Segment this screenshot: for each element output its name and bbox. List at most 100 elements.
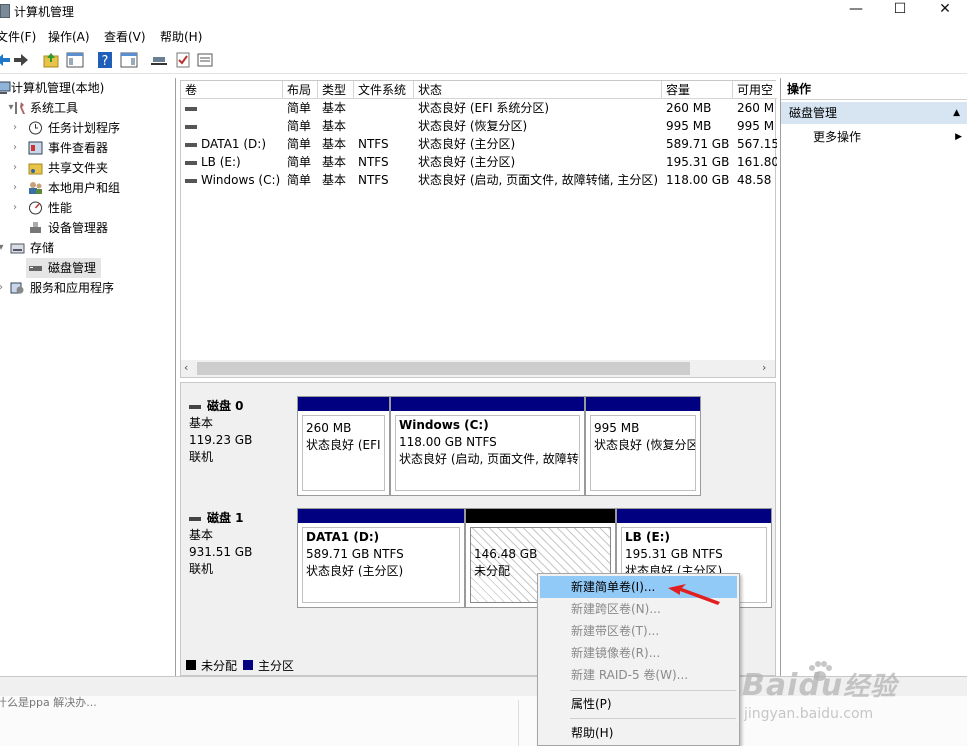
legend-primary-swatch <box>243 660 253 670</box>
menu-help[interactable]: 帮助(H) <box>160 28 202 45</box>
scroll-left-arrow-icon[interactable]: ‹ <box>184 361 188 374</box>
menu-separator <box>570 718 736 719</box>
cell-free: 995 M <box>737 119 775 133</box>
background-text: 什么是ppa 解决办... <box>0 696 97 709</box>
actions-section-disk-management[interactable]: 磁盘管理 ▲ <box>781 102 967 124</box>
cell-layout: 简单 <box>287 173 312 187</box>
cell-status: 状态良好 (恢复分区) <box>418 119 528 133</box>
event-viewer-icon <box>28 141 43 155</box>
column-header-layout[interactable]: 布局 <box>283 81 318 99</box>
check-icon[interactable] <box>174 51 192 69</box>
volume-icon <box>185 160 197 165</box>
cell-status: 状态良好 (主分区) <box>418 155 516 169</box>
cell-free: 161.80 <box>737 155 777 169</box>
cell-capacity: 589.71 GB <box>666 137 730 151</box>
cell-free: 260 M <box>737 101 775 115</box>
volume-icon <box>185 124 197 129</box>
show-hide-action-pane-icon[interactable] <box>120 51 138 69</box>
expand-arrow-icon[interactable]: › <box>8 178 22 198</box>
cell-type: 基本 <box>322 155 347 169</box>
partition-bar <box>466 509 615 523</box>
cell-free: 567.15 <box>737 137 777 151</box>
disk-icon <box>189 404 201 409</box>
column-header-status[interactable]: 状态 <box>414 81 662 99</box>
menu-new-mirrored-volume[interactable]: 新建镜像卷(R)... <box>540 642 737 664</box>
column-header-volume[interactable]: 卷 <box>181 81 283 99</box>
legend-unallocated-swatch <box>186 660 196 670</box>
cell-layout: 简单 <box>287 101 312 115</box>
more-actions-item[interactable]: 更多操作 ▶ <box>781 126 967 148</box>
table-row[interactable]: Windows (C:) <box>181 171 283 189</box>
table-row[interactable] <box>181 117 283 135</box>
tools-icon <box>15 102 25 114</box>
cell-filesystem: NTFS <box>358 173 389 187</box>
connect-icon[interactable] <box>150 51 168 69</box>
cell-status: 状态良好 (主分区) <box>418 137 516 151</box>
menu-properties[interactable]: 属性(P) <box>540 693 737 715</box>
disk-1-label[interactable]: 磁盘 1 基本 931.51 GB 联机 <box>183 506 294 610</box>
up-folder-icon[interactable] <box>42 51 60 69</box>
toolbar <box>0 46 967 74</box>
expand-arrow-icon[interactable]: › <box>8 138 22 158</box>
minimize-button[interactable]: — <box>833 0 879 20</box>
menu-new-raid5-volume[interactable]: 新建 RAID-5 卷(W)... <box>540 664 737 686</box>
cell-status: 状态良好 (启动, 页面文件, 故障转储, 主分区) <box>418 173 659 187</box>
expand-arrow-icon[interactable]: › <box>8 118 22 138</box>
cell-type: 基本 <box>322 137 347 151</box>
help-icon[interactable]: ? <box>96 51 114 69</box>
table-row[interactable]: DATA1 (D:) <box>181 135 283 153</box>
annotation-arrow-icon <box>668 584 720 605</box>
tree-item-disk-management[interactable]: 磁盘管理 <box>26 258 101 278</box>
cell-layout: 简单 <box>287 137 312 151</box>
column-header-type[interactable]: 类型 <box>318 81 354 99</box>
back-arrow-icon[interactable] <box>0 51 12 69</box>
partition-bar <box>617 509 771 523</box>
submenu-arrow-icon: ▶ <box>955 132 962 142</box>
cell-status: 状态良好 (EFI 系统分区) <box>418 101 550 115</box>
svg-text:?: ? <box>102 54 109 69</box>
column-header-free[interactable]: 可用空 <box>733 81 777 99</box>
storage-icon <box>10 243 25 254</box>
maximize-button[interactable]: ☐ <box>877 0 923 20</box>
partition-bar <box>298 397 389 411</box>
forward-arrow-icon[interactable] <box>12 51 30 69</box>
title-bar <box>0 0 967 22</box>
baidu-watermark: Baidu经验 jingyan.baidu.com <box>742 661 962 736</box>
scrollbar-thumb[interactable] <box>197 362 690 375</box>
expand-arrow-icon[interactable]: › <box>0 278 8 298</box>
table-row[interactable] <box>181 99 283 117</box>
cell-type: 基本 <box>322 101 347 115</box>
partition-data1-d[interactable]: DATA1 (D:) 589.71 GB NTFS 状态良好 (主分区) <box>297 508 465 608</box>
computer-icon <box>0 81 11 94</box>
volume-icon <box>185 106 197 111</box>
expand-arrow-icon[interactable]: › <box>8 158 22 178</box>
menu-new-striped-volume[interactable]: 新建带区卷(T)... <box>540 620 737 642</box>
column-header-filesystem[interactable]: 文件系统 <box>354 81 414 99</box>
menu-action[interactable]: 操作(A) <box>48 28 90 45</box>
collapse-triangle-icon[interactable]: ▲ <box>953 102 960 124</box>
properties-icon[interactable] <box>196 51 214 69</box>
close-button[interactable]: ✕ <box>922 0 967 20</box>
menu-view[interactable]: 查看(V) <box>104 28 146 45</box>
cell-layout: 简单 <box>287 119 312 133</box>
expand-arrow-icon[interactable]: › <box>8 198 22 218</box>
services-icon <box>10 282 24 294</box>
menu-help-item[interactable]: 帮助(H) <box>540 722 737 744</box>
scroll-right-arrow-icon[interactable]: › <box>762 361 766 374</box>
partition-windows-c[interactable]: Windows (C:) 118.00 GB NTFS 状态良好 (启动, 页面文件… <box>390 396 585 496</box>
cell-filesystem <box>354 117 358 135</box>
performance-icon <box>29 201 42 215</box>
console-tree-icon[interactable] <box>66 51 84 69</box>
collapse-arrow-icon[interactable]: ▾ <box>0 238 8 258</box>
column-header-capacity[interactable]: 容量 <box>662 81 733 99</box>
partition-recovery[interactable]: 995 MB 状态良好 (恢复分区 <box>585 396 701 496</box>
disk-0-label[interactable]: 磁盘 0 基本 119.23 GB 联机 <box>183 394 294 498</box>
cell-type: 基本 <box>322 173 347 187</box>
paw-icon <box>809 661 832 681</box>
legend-primary: 主分区 <box>258 659 295 673</box>
partition-efi[interactable]: 260 MB 状态良好 (EFI <box>297 396 390 496</box>
volume-icon <box>185 142 197 147</box>
table-row[interactable]: LB (E:) <box>181 153 283 171</box>
volume-icon <box>185 178 197 183</box>
menu-file[interactable]: 文件(F) <box>0 28 36 45</box>
